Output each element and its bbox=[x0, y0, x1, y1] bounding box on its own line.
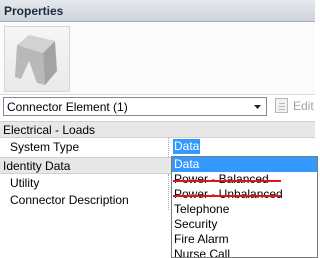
column-divider bbox=[168, 174, 169, 210]
list-item[interactable]: Nurse Call bbox=[172, 247, 317, 257]
edit-type-label: Edit bbox=[293, 99, 314, 113]
properties-title-bar: Properties bbox=[0, 0, 315, 22]
list-item[interactable]: Security bbox=[172, 217, 317, 232]
family-thumbnail-icon bbox=[4, 26, 70, 92]
group-header-electrical-loads[interactable]: Electrical - Loads bbox=[0, 121, 315, 138]
chevron-down-icon bbox=[254, 105, 261, 109]
system-type-selected-text: Data bbox=[173, 139, 201, 154]
property-name: Connector Description bbox=[10, 193, 129, 207]
group-title: Identity Data bbox=[3, 159, 71, 173]
list-item[interactable]: Power - Balanced bbox=[172, 172, 317, 187]
list-item[interactable]: Fire Alarm bbox=[172, 232, 317, 247]
type-selector-dropdown[interactable]: Connector Element (1) bbox=[3, 97, 267, 116]
type-preview-area bbox=[0, 22, 315, 95]
list-item[interactable]: Power - Unbalanced bbox=[172, 187, 317, 202]
property-name: System Type bbox=[10, 140, 80, 154]
group-title: Electrical - Loads bbox=[3, 123, 96, 137]
list-item[interactable]: Telephone bbox=[172, 202, 317, 217]
system-type-dropdown-list[interactable]: Data Power - Balanced Power - Unbalanced… bbox=[171, 156, 318, 258]
edit-type-button[interactable]: Edit bbox=[272, 97, 317, 116]
type-selector-value: Connector Element (1) bbox=[7, 100, 128, 114]
column-divider bbox=[168, 138, 169, 157]
panel-title: Properties bbox=[4, 4, 64, 18]
property-name: Utility bbox=[10, 176, 40, 190]
edit-type-icon bbox=[275, 98, 288, 113]
list-item[interactable]: Data bbox=[172, 157, 317, 172]
system-type-value-field[interactable]: Data bbox=[172, 139, 315, 155]
